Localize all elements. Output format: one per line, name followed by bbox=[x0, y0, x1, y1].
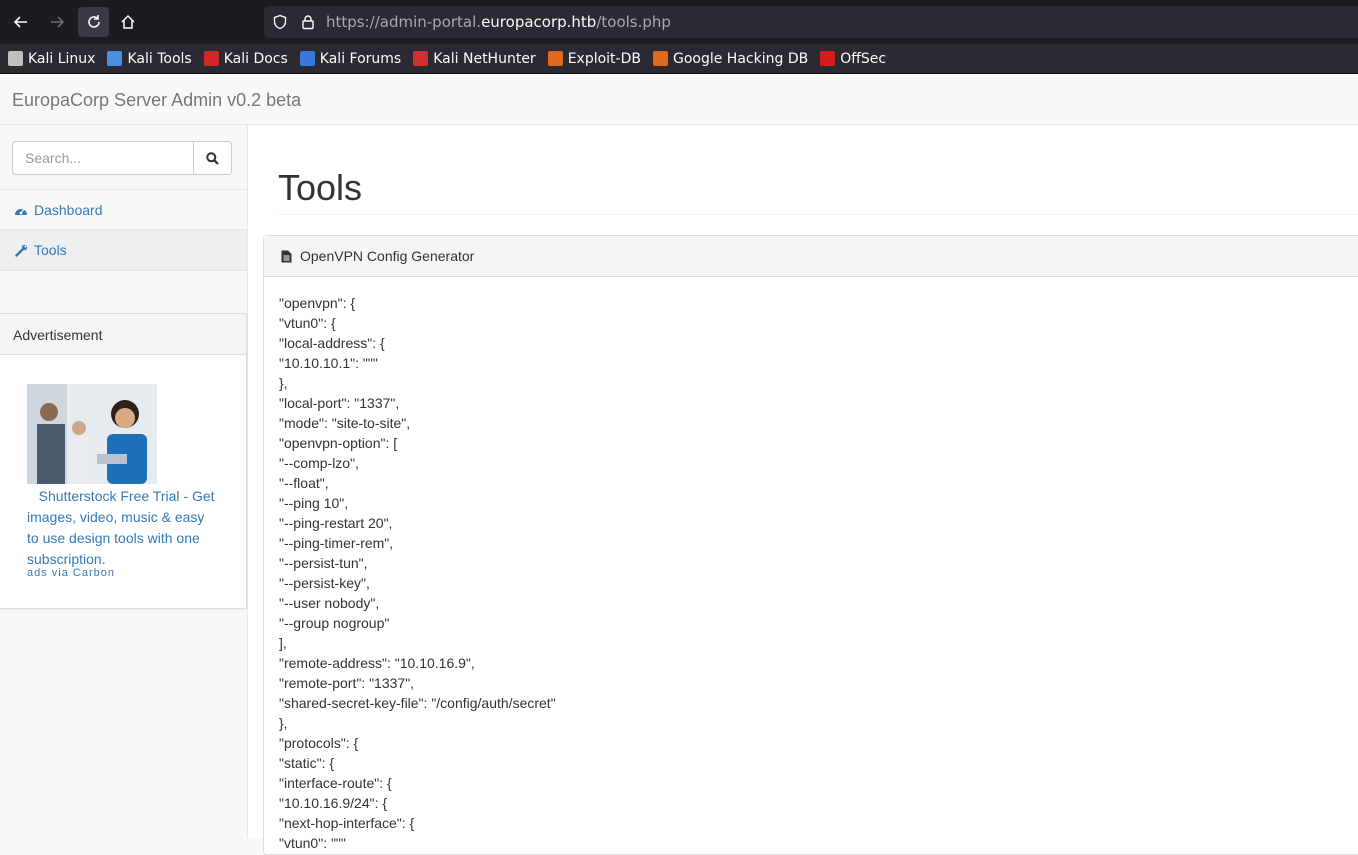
bookmark-exploit-db[interactable]: Exploit-DB bbox=[547, 50, 641, 67]
bookmark-kali-docs[interactable]: Kali Docs bbox=[203, 50, 288, 67]
ghdb-icon bbox=[652, 51, 668, 66]
back-button[interactable] bbox=[7, 8, 35, 36]
kali-tools-icon bbox=[107, 51, 123, 66]
config-line: "vtun0": """ bbox=[279, 835, 346, 851]
kali-nethunter-icon bbox=[413, 51, 429, 66]
bookmark-label: Kali Forums bbox=[319, 50, 402, 67]
config-line: "--comp-lzo", bbox=[279, 455, 359, 471]
config-output: "openvpn": { "vtun0": { "local-address": {… bbox=[279, 293, 556, 853]
panel-heading: OpenVPN Config Generator bbox=[264, 236, 1358, 277]
file-text-icon bbox=[281, 250, 292, 263]
kali-dragon-icon bbox=[8, 51, 23, 66]
config-line: "shared-secret-key-file": "/config/auth/… bbox=[279, 695, 556, 711]
config-line: "--group nogroup" bbox=[279, 615, 390, 631]
config-line: "--ping-timer-rem", bbox=[279, 535, 394, 551]
config-line: "--user nobody", bbox=[279, 595, 380, 611]
config-line: }, bbox=[279, 715, 288, 731]
bookmark-label: Exploit-DB bbox=[567, 50, 641, 67]
bookmark-label: Kali Docs bbox=[223, 50, 288, 67]
search-button[interactable] bbox=[194, 141, 232, 175]
reload-icon bbox=[87, 15, 100, 28]
sidebar-item-label: Dashboard bbox=[34, 201, 103, 218]
kali-forums-icon bbox=[299, 51, 315, 66]
config-line: ], bbox=[279, 635, 287, 651]
ads-via-carbon-link[interactable]: ads via Carbon bbox=[27, 567, 115, 579]
config-line: "10.10.16.9/24": { bbox=[279, 795, 388, 811]
url-host: europacorp.htb bbox=[481, 13, 597, 31]
title-divider bbox=[278, 214, 1358, 215]
ad-text: Shutterstock Free Trial - Get images, vi… bbox=[27, 488, 215, 567]
config-line: "mode": "site-to-site", bbox=[279, 415, 411, 431]
exploit-db-icon bbox=[547, 51, 563, 66]
bookmark-label: Kali Linux bbox=[28, 50, 96, 67]
advertisement-panel: Advertisement Shutterstock Free Trial - … bbox=[0, 313, 247, 609]
bookmark-label: Kali Tools bbox=[127, 50, 192, 67]
navbar: EuropaCorp Server Admin v0.2 beta bbox=[0, 74, 1358, 125]
bookmark-label: Google Hacking DB bbox=[672, 50, 809, 67]
lock-icon[interactable] bbox=[300, 14, 316, 30]
config-line: "10.10.10.1": """ bbox=[279, 355, 378, 371]
bookmark-kali-nethunter[interactable]: Kali NetHunter bbox=[413, 50, 536, 67]
tracking-protection-icon[interactable] bbox=[272, 14, 288, 30]
url-prefix: https://admin-portal. bbox=[326, 13, 482, 31]
search-input[interactable] bbox=[12, 141, 194, 175]
config-line: }, bbox=[279, 375, 288, 391]
config-line: "--ping-restart 20", bbox=[279, 515, 393, 531]
config-line: "--ping 10", bbox=[279, 495, 349, 511]
advertisement-heading: Advertisement bbox=[0, 314, 246, 355]
config-line: "vtun0": { bbox=[279, 315, 336, 331]
home-button[interactable] bbox=[114, 8, 142, 36]
bookmark-offsec[interactable]: OffSec bbox=[820, 51, 886, 67]
navbar-brand[interactable]: EuropaCorp Server Admin v0.2 beta bbox=[12, 90, 301, 111]
openvpn-config-panel: OpenVPN Config Generator "openvpn": { "vt… bbox=[263, 235, 1358, 855]
config-line: "protocols": { bbox=[279, 735, 359, 751]
bookmark-kali-tools[interactable]: Kali Tools bbox=[107, 50, 192, 67]
url-bar[interactable]: https://admin-portal.europacorp.htb/tool… bbox=[264, 6, 1358, 38]
config-line: "remote-address": "10.10.16.9", bbox=[279, 655, 475, 671]
config-line: "local-address": { bbox=[279, 335, 385, 351]
home-icon bbox=[121, 14, 135, 29]
panel-title: OpenVPN Config Generator bbox=[300, 248, 475, 264]
config-line: "next-hop-interface": { bbox=[279, 815, 415, 831]
main-content: Tools OpenVPN Config Generator "openvpn"… bbox=[248, 125, 1358, 855]
sidebar-item-tools[interactable]: Tools bbox=[0, 230, 247, 271]
sidebar-item-label: Tools bbox=[34, 242, 67, 258]
web-page: EuropaCorp Server Admin v0.2 beta Dashbo… bbox=[0, 74, 1358, 855]
bookmark-google-hacking-db[interactable]: Google Hacking DB bbox=[652, 50, 809, 67]
url-text[interactable]: https://admin-portal.europacorp.htb/tool… bbox=[326, 13, 671, 31]
bookmark-kali-linux[interactable]: Kali Linux bbox=[8, 51, 95, 67]
config-line: "remote-port": "1337", bbox=[279, 675, 415, 691]
config-line: "interface-route": { bbox=[279, 775, 392, 791]
bookmark-kali-forums[interactable]: Kali Forums bbox=[299, 50, 402, 67]
sidebar-search bbox=[12, 141, 232, 175]
back-arrow-icon bbox=[13, 16, 27, 28]
config-line: "--persist-tun", bbox=[279, 555, 368, 571]
ad-image[interactable] bbox=[27, 384, 157, 484]
search-icon bbox=[206, 151, 219, 165]
dashboard-icon bbox=[14, 203, 28, 217]
forward-button[interactable] bbox=[43, 8, 71, 36]
config-line: "local-port": "1337", bbox=[279, 395, 400, 411]
sidebar: Dashboard Tools Advertisement bbox=[0, 125, 248, 838]
bookmark-label: Kali NetHunter bbox=[433, 50, 536, 67]
config-line: "--float", bbox=[279, 475, 329, 491]
ad-link-text[interactable]: Shutterstock Free Trial - Get images, vi… bbox=[27, 486, 217, 570]
reload-button[interactable] bbox=[78, 7, 109, 37]
kali-docs-icon bbox=[203, 51, 219, 66]
browser-toolbar: https://admin-portal.europacorp.htb/tool… bbox=[0, 0, 1358, 44]
url-path: /tools.php bbox=[596, 13, 671, 31]
bookmark-label: OffSec bbox=[840, 50, 887, 67]
sidebar-item-dashboard[interactable]: Dashboard bbox=[0, 189, 247, 230]
wrench-icon bbox=[14, 243, 28, 257]
forward-arrow-icon bbox=[51, 16, 65, 28]
offsec-icon bbox=[820, 51, 836, 66]
config-line: "openvpn": { bbox=[279, 295, 356, 311]
config-line: "--persist-key", bbox=[279, 575, 370, 591]
page-title: Tools bbox=[278, 167, 363, 208]
config-line: "static": { bbox=[279, 755, 335, 771]
bookmarks-bar: Kali Linux Kali Tools Kali Docs Kali Forums… bbox=[0, 44, 1358, 74]
config-line: "openvpn-option": [ bbox=[279, 435, 398, 451]
